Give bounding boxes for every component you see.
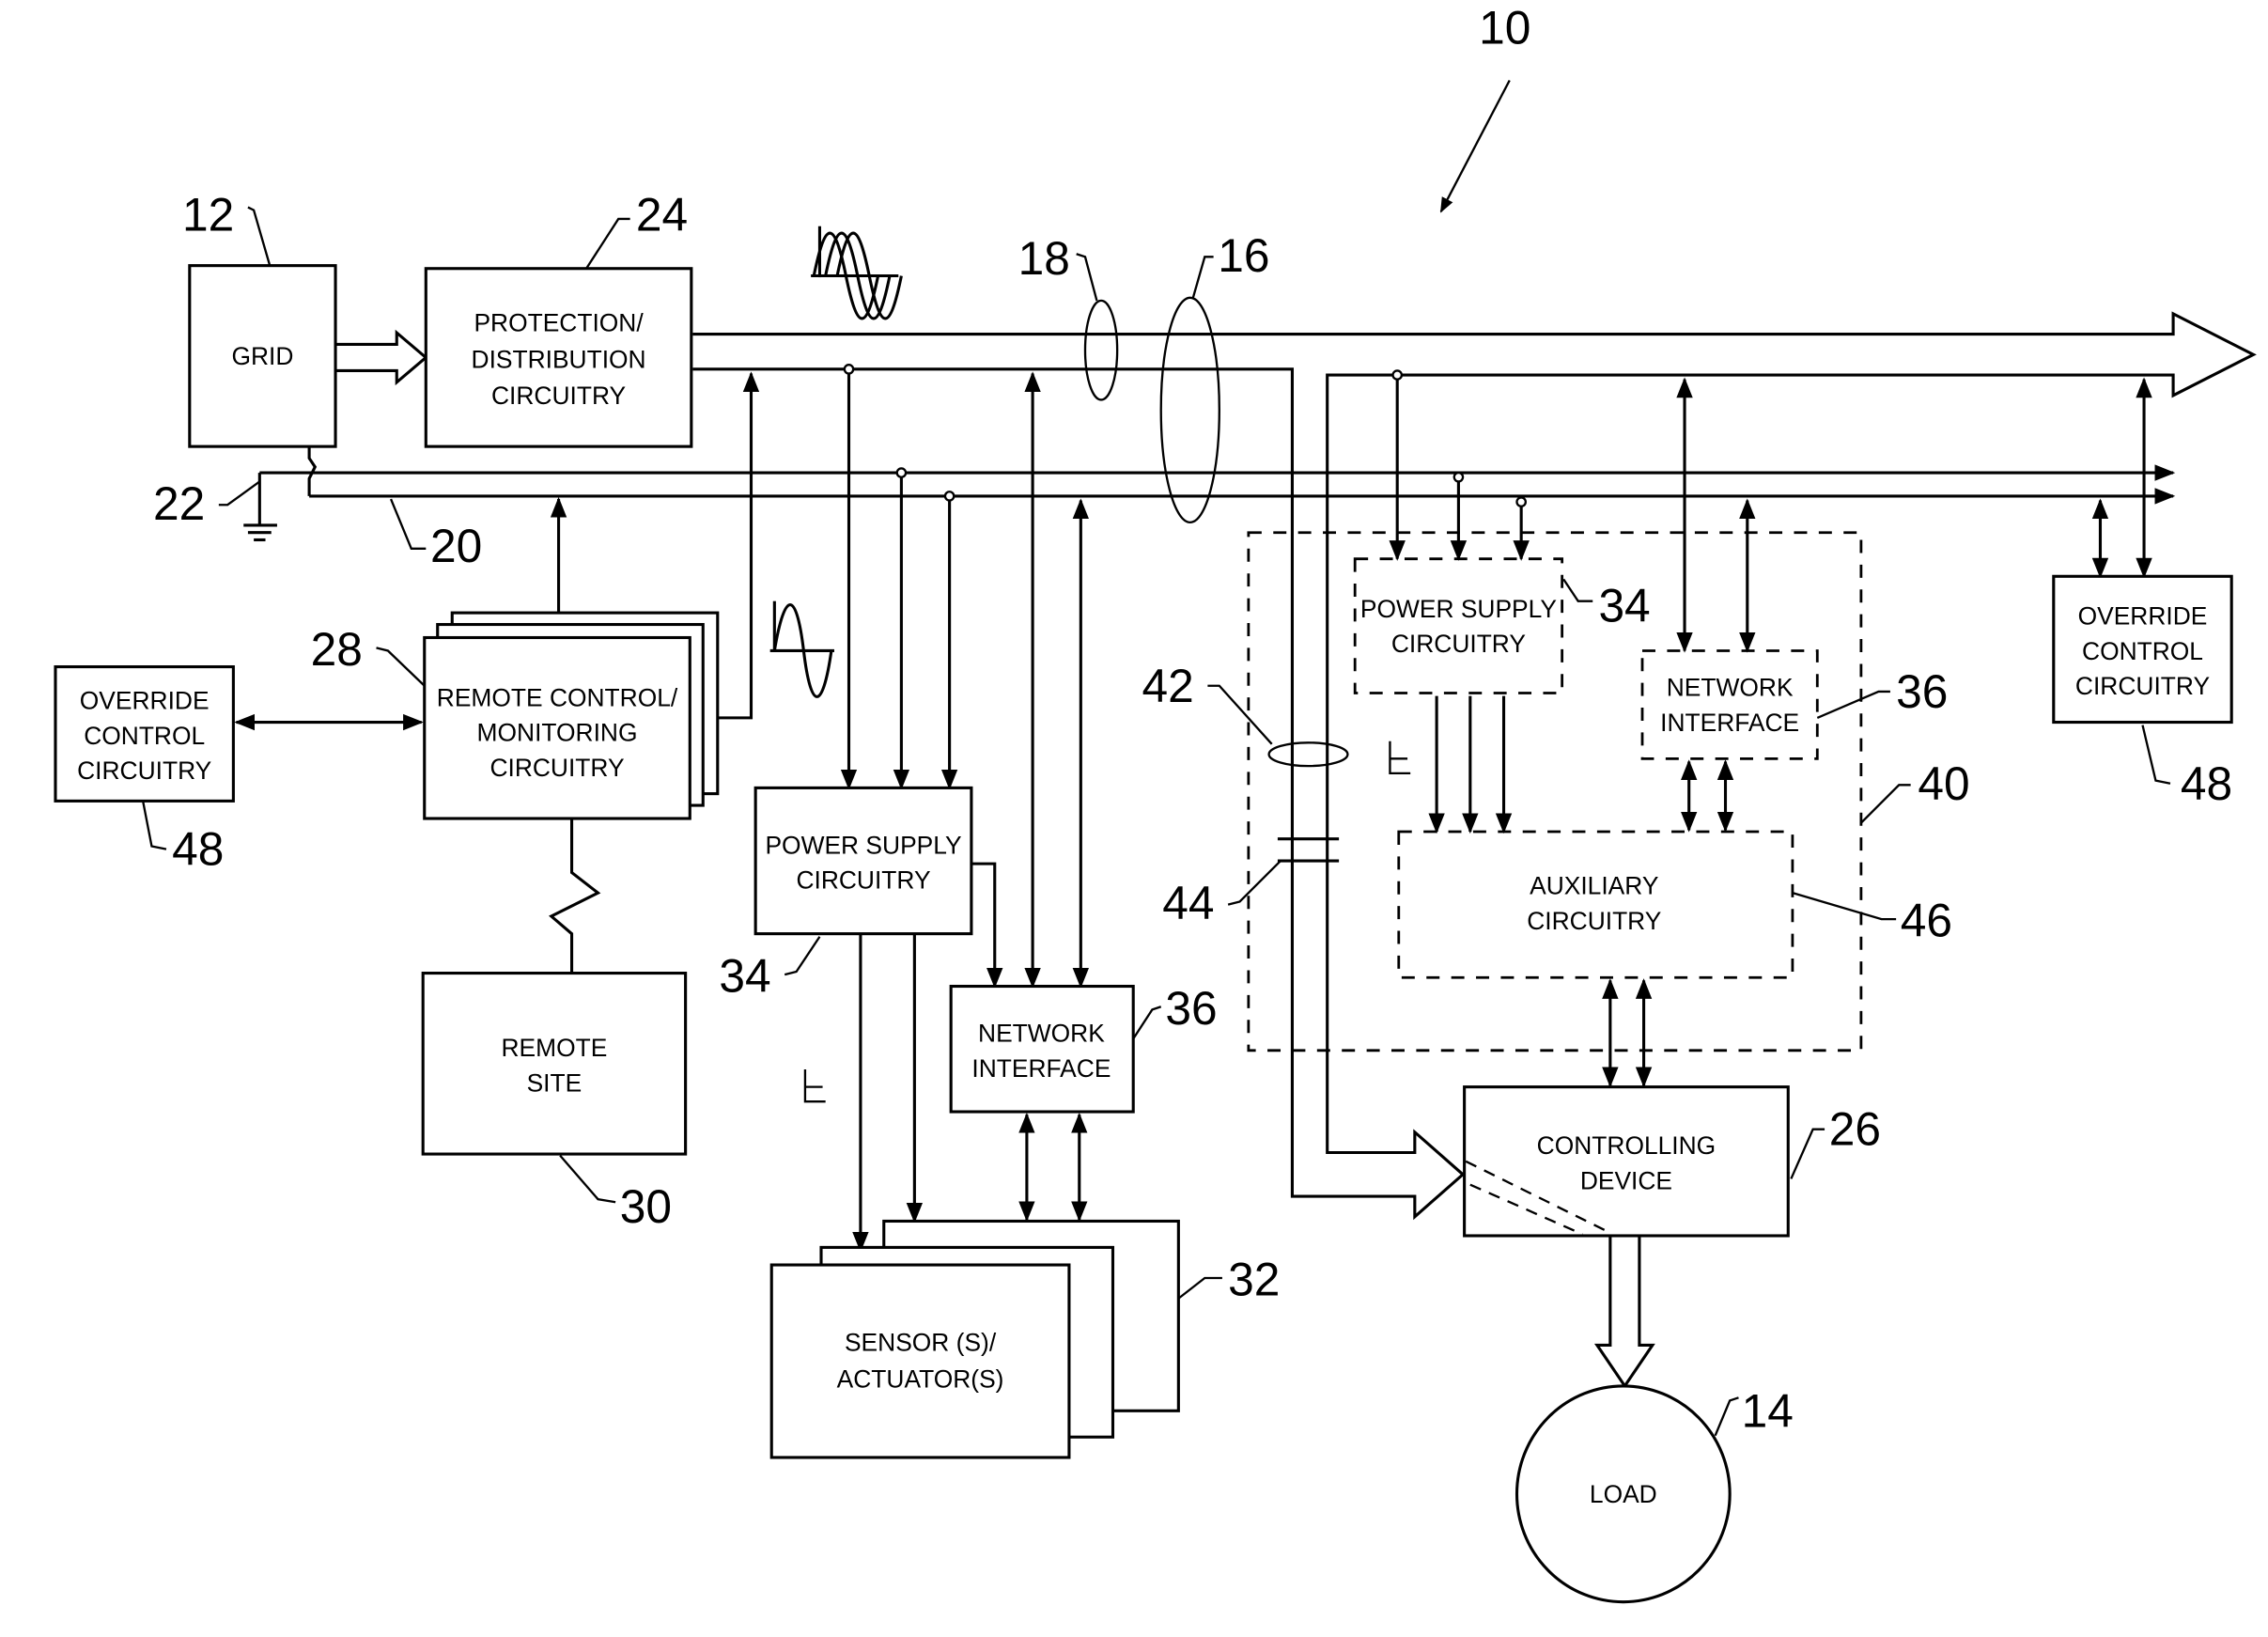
svg-text:10: 10 <box>1479 2 1530 55</box>
svg-text:SITE: SITE <box>527 1068 583 1097</box>
svg-text:34: 34 <box>1598 579 1650 631</box>
svg-text:CIRCUITRY: CIRCUITRY <box>2075 672 2211 700</box>
svg-text:POWER SUPPLY: POWER SUPPLY <box>765 831 962 859</box>
network-left-ref: 36 <box>1132 982 1218 1040</box>
power-supply-left-ref: 34 <box>719 936 821 1003</box>
svg-text:REMOTE CONTROL/: REMOTE CONTROL/ <box>437 683 678 711</box>
remote-link-zigzag <box>549 818 601 974</box>
svg-text:NETWORK: NETWORK <box>978 1020 1105 1048</box>
controlling-device-ref: 26 <box>1790 1103 1881 1179</box>
current-sensor-ref: 42 <box>1142 660 1349 768</box>
sensor-actuator-block[interactable]: SENSOR (S)/ ACTUATOR(S) <box>769 1219 1180 1459</box>
override-control-left-block[interactable]: OVERRIDE CONTROL CIRCUITRY <box>54 664 235 803</box>
svg-text:26: 26 <box>1829 1103 1881 1156</box>
svg-text:42: 42 <box>1142 660 1194 712</box>
sensor-ref: 32 <box>1177 1254 1280 1306</box>
protection-distribution-block[interactable]: PROTECTION/ DISTRIBUTION CIRCUITRY <box>424 267 693 448</box>
contact-ref: 44 <box>1162 837 1340 929</box>
svg-text:CONTROLLING: CONTROLLING <box>1537 1131 1717 1160</box>
grid-block[interactable]: GRID <box>188 264 337 448</box>
svg-text:48: 48 <box>172 823 224 876</box>
svg-text:CONTROL: CONTROL <box>2082 637 2203 665</box>
svg-text:18: 18 <box>1018 232 1070 285</box>
svg-text:AUXILIARY: AUXILIARY <box>1530 872 1659 900</box>
psu-to-network-left <box>971 862 1003 989</box>
network-right-ref: 36 <box>1816 665 1948 719</box>
svg-text:14: 14 <box>1742 1384 1794 1437</box>
svg-text:36: 36 <box>1896 665 1948 718</box>
system-block-diagram: 10 GRID 12 PROTECTION/ DISTRIBUTION CIRC… <box>54 2 2257 1604</box>
svg-text:INTERFACE: INTERFACE <box>1660 709 1799 737</box>
svg-text:CIRCUITRY: CIRCUITRY <box>491 382 627 410</box>
grid-to-protection-arrow <box>335 329 428 386</box>
network-interface-right-block[interactable]: NETWORK INTERFACE <box>1640 649 1819 760</box>
svg-text:CONTROL: CONTROL <box>84 722 205 750</box>
protection-ref: 24 <box>585 188 688 270</box>
svg-text:CIRCUITRY: CIRCUITRY <box>1391 630 1527 658</box>
power-supply-left-block[interactable]: POWER SUPPLY CIRCUITRY <box>753 786 973 936</box>
svg-text:32: 32 <box>1228 1254 1280 1306</box>
ground-ref: 22 <box>153 477 261 530</box>
load-ref: 14 <box>1714 1384 1794 1437</box>
svg-text:DEVICE: DEVICE <box>1580 1166 1672 1194</box>
svg-text:OVERRIDE: OVERRIDE <box>2078 602 2208 631</box>
svg-text:CIRCUITRY: CIRCUITRY <box>796 866 931 895</box>
svg-text:REMOTE: REMOTE <box>502 1034 608 1062</box>
svg-text:20: 20 <box>430 520 482 572</box>
svg-text:48: 48 <box>2181 757 2232 810</box>
override-right-ref: 48 <box>2141 725 2232 810</box>
power-bus <box>692 311 2257 1221</box>
svg-text:36: 36 <box>1165 982 1217 1035</box>
svg-text:24: 24 <box>636 188 688 241</box>
override-left-ref: 48 <box>141 801 224 876</box>
auxiliary-ref: 46 <box>1792 892 1952 947</box>
ground-symbol <box>243 473 277 542</box>
override-control-right-block[interactable]: OVERRIDE CONTROL CIRCUITRY <box>2052 574 2233 725</box>
svg-text:OVERRIDE: OVERRIDE <box>80 687 210 715</box>
svg-text:LOAD: LOAD <box>1590 1480 1657 1508</box>
network-interface-left-block[interactable]: NETWORK INTERFACE <box>949 984 1135 1114</box>
remote-control-ref: 28 <box>311 623 426 687</box>
power-supply-right-block[interactable]: POWER SUPPLY CIRCUITRY <box>1353 557 1564 694</box>
svg-text:GRID: GRID <box>231 342 293 370</box>
svg-text:SENSOR (S)/: SENSOR (S)/ <box>845 1329 997 1357</box>
svg-text:DISTRIBUTION: DISTRIBUTION <box>472 345 646 373</box>
svg-text:22: 22 <box>153 477 205 530</box>
grid-ref: 12 <box>182 188 272 266</box>
power-conductors-ref: 16 <box>1159 229 1269 524</box>
single-phase-waveform-icon <box>769 600 834 698</box>
svg-text:CIRCUITRY: CIRCUITRY <box>1527 907 1662 935</box>
svg-text:MONITORING: MONITORING <box>477 719 638 747</box>
svg-text:CIRCUITRY: CIRCUITRY <box>77 756 212 785</box>
svg-text:46: 46 <box>1901 895 1952 947</box>
data-bus-ref: 20 <box>389 498 482 572</box>
svg-text:PROTECTION/: PROTECTION/ <box>474 308 644 336</box>
ground-right-icon <box>1389 741 1411 775</box>
svg-text:28: 28 <box>311 623 363 676</box>
ground-left-icon <box>803 1069 826 1103</box>
svg-text:16: 16 <box>1218 229 1269 282</box>
controlling-to-load-arrow <box>1593 1235 1655 1389</box>
three-phase-waveform-icon <box>811 226 903 320</box>
svg-text:POWER SUPPLY: POWER SUPPLY <box>1360 595 1558 623</box>
svg-text:ACTUATOR(S): ACTUATOR(S) <box>837 1364 1004 1393</box>
svg-text:44: 44 <box>1162 877 1214 929</box>
svg-text:30: 30 <box>620 1180 672 1233</box>
svg-text:NETWORK: NETWORK <box>1667 674 1794 702</box>
svg-text:40: 40 <box>1918 757 1969 810</box>
svg-text:12: 12 <box>182 188 234 241</box>
figure-ref-10: 10 <box>1439 2 1530 213</box>
svg-text:34: 34 <box>719 950 770 1003</box>
controlling-device-block[interactable]: CONTROLLING DEVICE <box>1463 1085 1790 1238</box>
auxiliary-circuitry-block[interactable]: AUXILIARY CIRCUITRY <box>1397 830 1794 979</box>
svg-text:INTERFACE: INTERFACE <box>971 1054 1111 1083</box>
remote-site-ref: 30 <box>559 1154 672 1233</box>
remote-site-block[interactable]: REMOTE SITE <box>421 972 688 1156</box>
svg-text:CIRCUITRY: CIRCUITRY <box>489 754 625 782</box>
power-supply-right-ref: 34 <box>1562 578 1651 631</box>
remote-control-monitoring-block[interactable]: REMOTE CONTROL/ MONITORING CIRCUITRY <box>423 611 720 820</box>
load-block[interactable]: LOAD <box>1515 1384 1732 1604</box>
